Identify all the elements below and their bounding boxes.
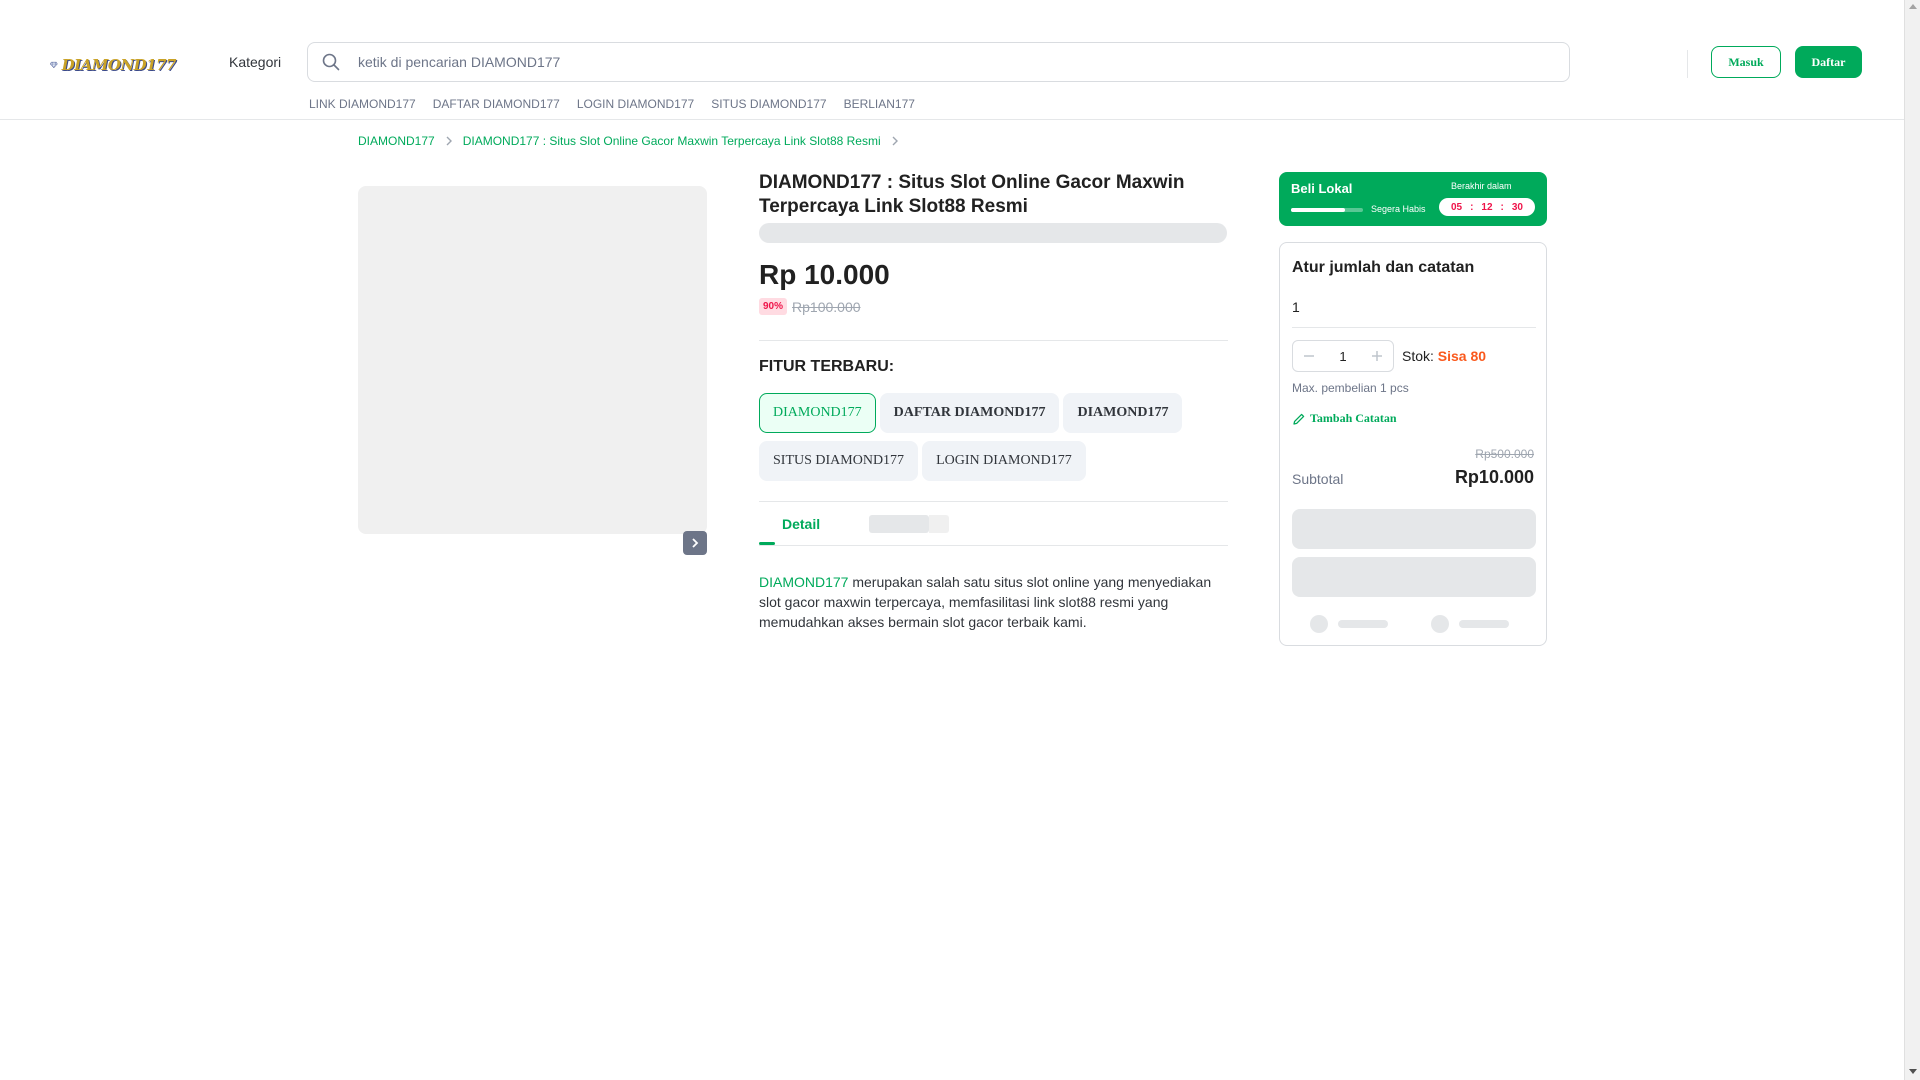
quantity-stepper <box>1292 340 1394 372</box>
quick-link-daftar[interactable]: DAFTAR DIAMOND177 <box>433 97 560 111</box>
tab-loading-placeholder <box>869 515 929 533</box>
section-divider <box>759 340 1228 341</box>
diamond-icon <box>50 61 58 69</box>
chat-icon-placeholder <box>1310 615 1328 633</box>
loading-placeholder <box>759 223 1227 243</box>
chevron-right-icon <box>692 538 699 548</box>
search-icon <box>320 51 342 73</box>
original-subtotal: Rp500.000 <box>1475 447 1534 461</box>
tabs-divider-top <box>759 501 1228 502</box>
header-divider <box>1687 50 1688 78</box>
feature-chip-situs[interactable]: SITUS DIAMOND177 <box>759 441 919 481</box>
site-logo[interactable]: DIAMOND177 <box>50 52 177 78</box>
countdown-hours: 05 <box>1450 201 1463 213</box>
chevron-right-icon <box>891 136 899 146</box>
gallery-next-button[interactable] <box>683 531 707 555</box>
chat-label-placeholder <box>1338 620 1388 628</box>
add-note-label: Tambah Catatan <box>1310 411 1397 425</box>
promo-ends-label: Berakhir dalam <box>1451 181 1512 191</box>
buy-now-button-placeholder[interactable] <box>1292 557 1536 597</box>
login-button[interactable]: Masuk <box>1711 46 1781 78</box>
description-link[interactable]: DIAMOND177 <box>759 574 848 590</box>
stock-remaining: Sisa 80 <box>1437 348 1487 364</box>
search-input[interactable] <box>358 54 1258 70</box>
product-title: DIAMOND177 : Situs Slot Online Gacor Max… <box>759 172 1185 217</box>
quick-link-berlian[interactable]: BERLIAN177 <box>844 97 915 111</box>
logo-text: DIAMOND177 <box>61 56 177 74</box>
feature-chips: DIAMOND177 DAFTAR DIAMOND177 DIAMOND177 … <box>759 393 1229 481</box>
tab-loading-placeholder-end <box>929 515 949 533</box>
quick-link-situs[interactable]: SITUS DIAMOND177 <box>711 97 826 111</box>
countdown-seconds: 30 <box>1511 201 1523 213</box>
stock-progress-fill <box>1291 208 1345 212</box>
page-scrollbar[interactable] <box>1904 0 1920 1080</box>
selected-variant: 1 <box>1292 299 1300 315</box>
purchase-card: Atur jumlah dan catatan 1 Stok: Sisa 80 … <box>1279 242 1547 646</box>
flash-sale-banner: Beli Lokal Segera Habis Berakhir dalam 0… <box>1279 172 1547 226</box>
quick-links: LINK DIAMOND177 DAFTAR DIAMOND177 LOGIN … <box>309 97 915 111</box>
countdown-minutes: 12 <box>1481 201 1493 213</box>
card-divider <box>1292 327 1536 328</box>
feature-chip-diamond177[interactable]: DIAMOND177 <box>759 393 876 433</box>
product-image[interactable] <box>358 186 707 534</box>
product-description: DIAMOND177 merupakan salah satu situs sl… <box>759 572 1229 632</box>
breadcrumb-item-product[interactable]: DIAMOND177 : Situs Slot Online Gacor Max… <box>463 134 881 148</box>
tab-detail[interactable]: Detail <box>782 516 820 532</box>
stock-label: Stok: <box>1402 348 1438 364</box>
site-header: DIAMOND177 Kategori LINK DIAMOND177 DAFT… <box>0 0 1904 120</box>
plus-icon[interactable] <box>1369 348 1385 364</box>
wishlist-label-placeholder <box>1459 620 1509 628</box>
minus-icon[interactable] <box>1301 348 1317 364</box>
promo-title: Beli Lokal <box>1291 181 1353 196</box>
countdown-separator: : <box>1470 201 1474 213</box>
add-to-cart-button-placeholder[interactable] <box>1292 509 1536 549</box>
purchase-card-title: Atur jumlah dan catatan <box>1292 259 1475 276</box>
discount-badge: 90% <box>759 298 788 315</box>
subtotal-label: Subtotal <box>1292 471 1344 487</box>
scroll-up-icon[interactable] <box>1909 4 1917 9</box>
breadcrumb-item-home[interactable]: DIAMOND177 <box>358 134 435 148</box>
countdown-separator: : <box>1500 201 1504 213</box>
discount-row: 90% Rp100.000 <box>759 298 861 315</box>
stock-info: Stok: Sisa 80 <box>1402 348 1486 364</box>
feature-chip-login[interactable]: LOGIN DIAMOND177 <box>922 441 1086 481</box>
search-bar[interactable] <box>307 42 1570 82</box>
stock-progress-bar <box>1291 208 1363 212</box>
feature-chip-daftar[interactable]: DAFTAR DIAMOND177 <box>879 393 1060 433</box>
tabs-divider-bottom <box>759 545 1228 546</box>
category-menu[interactable]: Kategori <box>229 54 281 70</box>
add-note-button[interactable]: Tambah Catatan <box>1292 411 1397 426</box>
quick-link-login[interactable]: LOGIN DIAMOND177 <box>577 97 694 111</box>
register-button[interactable]: Daftar <box>1795 46 1862 78</box>
scroll-down-icon[interactable] <box>1909 1069 1917 1074</box>
subtotal-value: Rp10.000 <box>1454 467 1534 487</box>
breadcrumb: DIAMOND177 DIAMOND177 : Situs Slot Onlin… <box>358 134 909 148</box>
product-price: Rp 10.000 <box>759 259 890 290</box>
feature-chip-diamond177-alt[interactable]: DIAMOND177 <box>1063 393 1183 433</box>
promo-status: Segera Habis <box>1371 204 1426 214</box>
quick-link-link[interactable]: LINK DIAMOND177 <box>309 97 416 111</box>
features-title: FITUR TERBARU: <box>759 358 895 375</box>
countdown-timer: 05 : 12 : 30 <box>1439 198 1535 216</box>
pencil-icon <box>1293 413 1305 425</box>
original-price: Rp100.000 <box>792 298 861 315</box>
chevron-right-icon <box>445 136 453 146</box>
quantity-input[interactable] <box>1323 348 1363 364</box>
max-purchase-text: Max. pembelian 1 pcs <box>1292 381 1409 395</box>
wishlist-icon-placeholder <box>1431 615 1449 633</box>
